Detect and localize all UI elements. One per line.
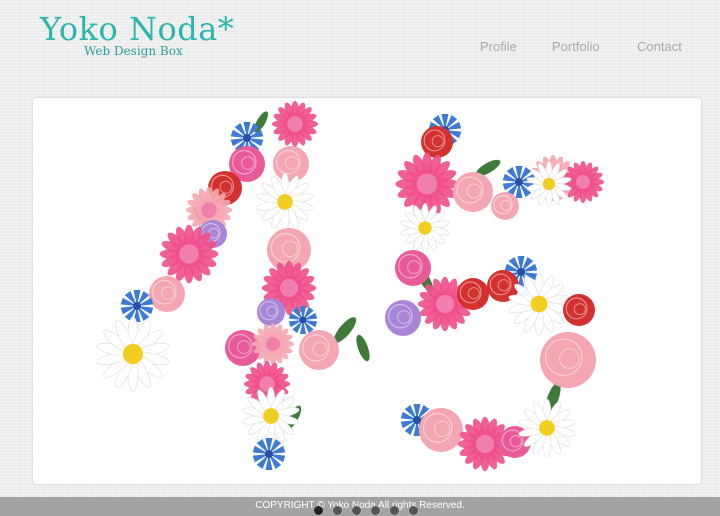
cornflower-flower	[288, 306, 318, 334]
daisy-flower	[400, 202, 450, 254]
slider-pagination	[314, 506, 418, 516]
main-nav: Profile Portfolio Contact	[0, 39, 720, 55]
rose-flower	[385, 300, 421, 336]
dahlia-flower	[271, 100, 319, 148]
leaf	[356, 334, 370, 362]
hero-slide	[33, 98, 701, 484]
dahlia-flower	[252, 323, 294, 365]
dahlia-flower	[159, 224, 219, 284]
flower-number-image	[96, 100, 604, 472]
slider-dot[interactable]	[352, 506, 361, 515]
rose-flower	[419, 408, 463, 452]
rose-flower	[457, 278, 489, 310]
rose-flower	[257, 298, 285, 326]
slider-dot[interactable]	[409, 506, 418, 515]
slider-dot[interactable]	[390, 506, 399, 515]
slider-dot[interactable]	[333, 506, 342, 515]
rose-flower	[149, 276, 185, 312]
rose-flower	[563, 294, 595, 326]
rose-flower	[540, 332, 596, 388]
cornflower-flower	[120, 290, 154, 322]
daisy-flower	[96, 316, 170, 392]
rose-flower	[395, 250, 431, 286]
nav-profile[interactable]: Profile	[480, 39, 517, 54]
cornflower-flower	[252, 438, 286, 470]
daisy-flower	[256, 172, 314, 232]
slider-dot[interactable]	[314, 506, 323, 515]
rose-flower	[273, 146, 309, 182]
nav-portfolio[interactable]: Portfolio	[552, 39, 600, 54]
slider-dot[interactable]	[371, 506, 380, 515]
rose-flower	[491, 192, 519, 220]
rose-flower	[453, 172, 493, 212]
nav-contact[interactable]: Contact	[637, 39, 682, 54]
rose-flower	[299, 330, 339, 370]
